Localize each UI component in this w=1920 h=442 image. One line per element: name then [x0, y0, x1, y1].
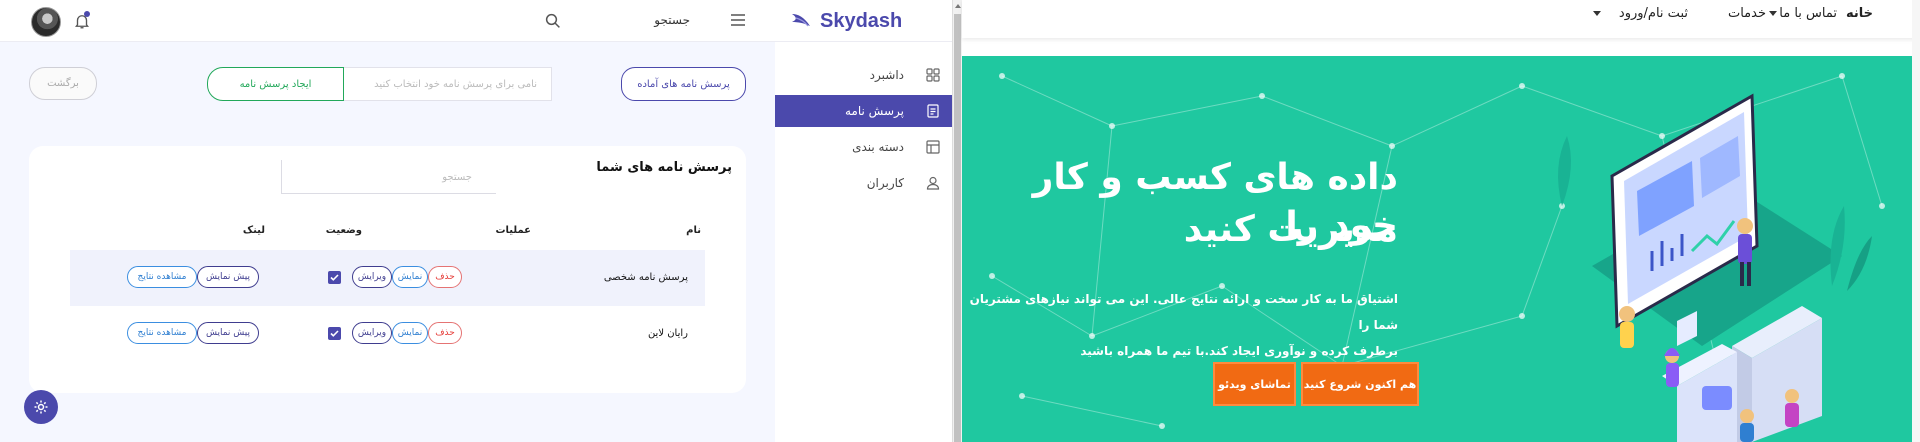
sidebar-item-categories[interactable]: دسته بندی — [775, 131, 952, 163]
settings-fab[interactable] — [24, 390, 58, 424]
status-checkbox[interactable] — [328, 327, 341, 340]
avatar[interactable] — [31, 7, 61, 37]
delete-button[interactable]: حذف — [428, 266, 462, 288]
view-button[interactable]: نمایش — [392, 322, 428, 344]
column-header-name: نام — [686, 225, 701, 236]
column-header-status: وضعیت — [325, 225, 362, 236]
nav-contact[interactable]: تماس با ما — [1779, 6, 1837, 21]
card-title: پرسش نامه های شما — [596, 160, 732, 175]
hero-section: داده های کسب و کار خود را مدیریت کنید اش… — [962, 56, 1920, 442]
view-results-button[interactable]: مشاهده نتایج — [127, 266, 197, 288]
hamburger-menu-icon[interactable] — [730, 13, 746, 27]
sidebar-item-users[interactable]: کاربران — [775, 167, 952, 199]
scroll-up-arrow-icon[interactable] — [954, 2, 962, 10]
sidebar: داشبرد پرسش نامه دسته بندی کاربران — [775, 42, 952, 442]
hero-desc-line1: اشتیاق ما به کار سخت و ارائه نتایج عالی.… — [969, 292, 1398, 332]
ready-questionnaires-button[interactable]: پرسش نامه های آماده — [621, 67, 746, 101]
sidebar-item-questionnaire[interactable]: پرسش نامه — [775, 95, 952, 127]
back-button[interactable]: برگشت — [29, 67, 97, 100]
column-header-link: لینک — [242, 225, 265, 236]
questionnaire-name-input[interactable]: نامی برای پرسش نامه خود انتخاب کنید — [343, 67, 552, 101]
sidebar-item-label: کاربران — [866, 176, 904, 190]
preview-button[interactable]: پیش نمایش — [197, 322, 259, 344]
sidebar-item-label: دسته بندی — [852, 140, 904, 154]
hero-title-line2: مدیریت کنید — [1183, 209, 1398, 250]
edit-button[interactable]: ویرایش — [352, 322, 392, 344]
hero-illustration — [1558, 93, 1872, 442]
edit-button[interactable]: ویرایش — [352, 266, 392, 288]
landing-site: خانه تماس با ما خدمات ثبت نام/ورود داده … — [962, 0, 1920, 442]
status-checkbox[interactable] — [328, 271, 341, 284]
view-results-button[interactable]: مشاهده نتایج — [127, 322, 197, 344]
hero-description: اشتیاق ما به کار سخت و ارائه نتایج عالی.… — [968, 286, 1398, 364]
table-row: رایان لاین حذف نمایش ویرایش پیش نمایش مش… — [70, 306, 705, 362]
skydash-app: جستجو Skydash داشبرد پرسش نامه دسته بندی… — [0, 0, 952, 442]
view-button[interactable]: نمایش — [392, 266, 428, 288]
row-name: پرسش نامه شخصی — [603, 272, 688, 283]
sidebar-item-label: داشبرد — [869, 68, 904, 82]
sidebar-item-label: پرسش نامه — [845, 104, 904, 118]
create-questionnaire-button[interactable]: ایجاد پرسش نامه — [207, 67, 344, 101]
questionnaires-card: پرسش نامه های شما جستجو نام عملیات وضعیت… — [29, 146, 746, 393]
services-chevron-down-icon[interactable] — [1769, 11, 1777, 16]
document-icon — [927, 104, 939, 118]
site-nav: خانه تماس با ما خدمات ثبت نام/ورود — [962, 0, 1920, 38]
scroll-thumb[interactable] — [954, 14, 961, 442]
watch-video-button[interactable]: تماشای ویدئو — [1213, 362, 1296, 406]
screen: جستجو Skydash داشبرد پرسش نامه دسته بندی… — [0, 0, 1920, 442]
checkmark-icon — [330, 274, 339, 281]
logo[interactable]: Skydash — [790, 8, 902, 34]
row-name: رایان لاین — [647, 328, 688, 339]
card-search-input[interactable]: جستجو — [281, 160, 496, 194]
header-search[interactable]: جستجو — [620, 13, 690, 27]
hero-desc-line2: برطرف کرده و نوآوری ایجاد کند.با تیم ما … — [1080, 344, 1398, 358]
logo-mark-icon — [792, 14, 810, 27]
start-now-button[interactable]: هم اکنون شروع کنید — [1301, 362, 1419, 406]
nav-services[interactable]: خدمات — [1728, 6, 1766, 21]
column-header-operations: عملیات — [495, 225, 531, 236]
site-scrollbar[interactable] — [1912, 0, 1920, 442]
layout-icon — [926, 140, 940, 154]
user-icon — [926, 176, 940, 190]
signup-chevron-down-icon[interactable] — [1593, 11, 1601, 16]
search-icon[interactable] — [544, 12, 562, 30]
sidebar-item-dashboard[interactable]: داشبرد — [775, 59, 952, 91]
grid-icon — [926, 68, 940, 82]
checkmark-icon — [330, 330, 339, 337]
notification-dot — [84, 11, 90, 17]
nav-signup-login[interactable]: ثبت نام/ورود — [1619, 6, 1688, 21]
gear-icon — [34, 400, 48, 414]
preview-button[interactable]: پیش نمایش — [197, 266, 259, 288]
table-row: پرسش نامه شخصی حذف نمایش ویرایش پیش نمای… — [70, 250, 705, 306]
nav-home[interactable]: خانه — [1846, 6, 1873, 21]
delete-button[interactable]: حذف — [428, 322, 462, 344]
app-header: جستجو Skydash — [0, 0, 952, 42]
brand-name: Skydash — [820, 9, 903, 32]
scrollbar[interactable] — [952, 0, 962, 442]
